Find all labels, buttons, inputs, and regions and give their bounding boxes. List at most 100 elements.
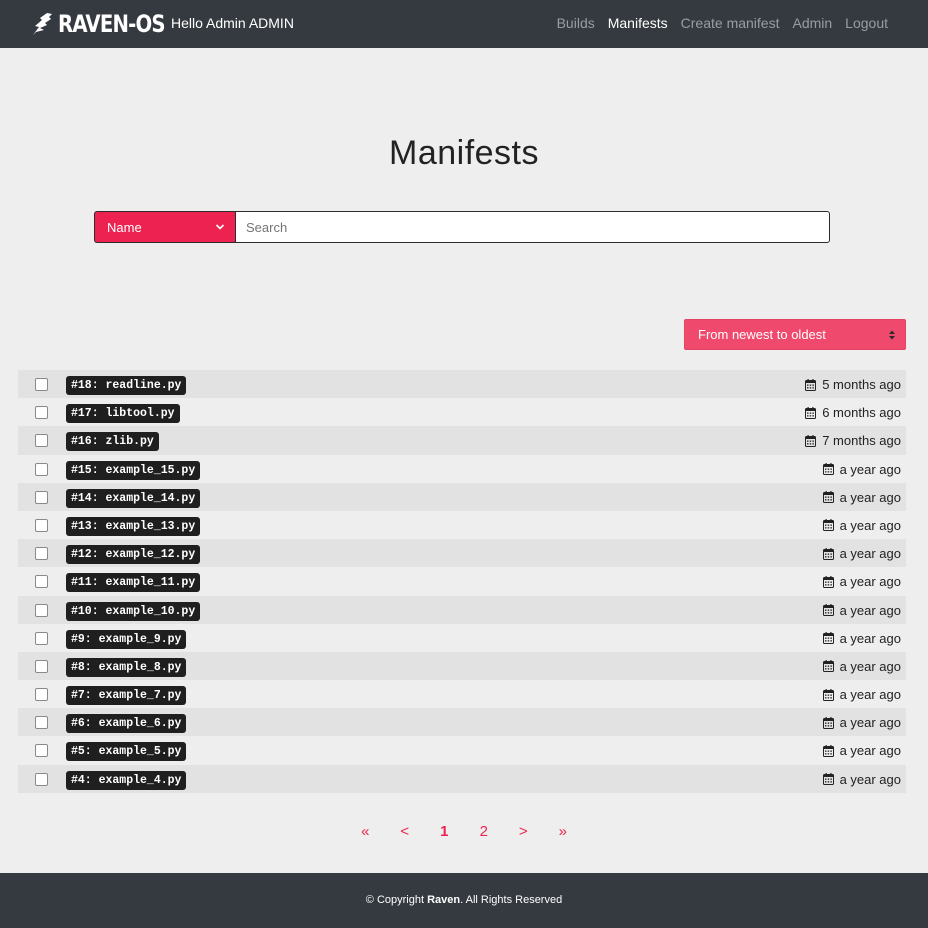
calendar-icon xyxy=(822,688,834,701)
row-checkbox[interactable] xyxy=(35,716,48,730)
pagination-next[interactable]: > xyxy=(504,823,544,840)
manifest-date-text: a year ago xyxy=(839,771,901,787)
raven-logo-icon xyxy=(33,13,52,35)
list-item: #13: example_13.py a year ago xyxy=(18,510,906,540)
calendar-icon xyxy=(805,434,817,447)
row-checkbox[interactable] xyxy=(35,631,48,645)
calendar-icon xyxy=(822,632,834,645)
manifest-date: a year ago xyxy=(822,546,901,561)
list-item: #7: example_7.py a year ago xyxy=(18,680,906,709)
row-checkbox[interactable] xyxy=(35,518,48,532)
manifest-date-text: a year ago xyxy=(839,517,901,533)
greeting: Hello Admin ADMIN xyxy=(171,15,294,31)
manifest-label[interactable]: #7: example_7.py xyxy=(66,686,187,706)
row-checkbox[interactable] xyxy=(35,434,48,448)
row-checkbox[interactable] xyxy=(35,406,48,420)
footer: © Copyright Raven. All Rights Reserved xyxy=(0,873,928,928)
search-input[interactable] xyxy=(235,211,830,243)
manifest-label[interactable]: #5: example_5.py xyxy=(66,742,187,762)
row-checkbox[interactable] xyxy=(35,490,48,504)
pagination-page-2[interactable]: 2 xyxy=(464,823,504,840)
manifest-label[interactable]: #15: example_15.py xyxy=(66,460,201,480)
row-checkbox[interactable] xyxy=(35,462,48,476)
row-checkbox[interactable] xyxy=(35,547,48,561)
list-item: #6: example_6.py a year ago xyxy=(18,708,906,737)
manifest-label[interactable]: #8: example_8.py xyxy=(66,657,187,677)
manifest-date: a year ago xyxy=(822,687,901,703)
manifest-date-text: 6 months ago xyxy=(822,405,901,421)
manifest-list: #18: readline.py 5 months ago #17: libtool… xyxy=(18,370,906,793)
manifest-label[interactable]: #9: example_9.py xyxy=(66,629,187,649)
manifest-date: a year ago xyxy=(822,631,901,646)
manifest-label[interactable]: #17: libtool.py xyxy=(66,404,180,424)
manifest-date-text: 7 months ago xyxy=(822,433,901,449)
list-item: #9: example_9.py a year ago xyxy=(18,623,906,652)
list-item: #11: example_11.py a year ago xyxy=(18,567,906,596)
manifest-label[interactable]: #4: example_4.py xyxy=(66,770,187,790)
row-checkbox[interactable] xyxy=(35,575,48,589)
manifest-date: 7 months ago xyxy=(805,433,901,448)
footer-suffix: . All Rights Reserved xyxy=(460,894,563,906)
nav-link-create-manifest[interactable]: Create manifest xyxy=(681,15,780,31)
nav-link-logout[interactable]: Logout xyxy=(845,15,888,31)
manifest-label[interactable]: #12: example_12.py xyxy=(66,545,201,565)
manifest-date: 5 months ago xyxy=(805,377,901,392)
list-item: #12: example_12.py a year ago xyxy=(18,539,906,568)
manifest-label[interactable]: #14: example_14.py xyxy=(66,488,201,508)
list-item: #16: zlib.py 7 months ago xyxy=(18,426,906,455)
manifest-date: a year ago xyxy=(822,743,901,758)
row-checkbox[interactable] xyxy=(35,772,48,786)
footer-prefix: © Copyright xyxy=(365,894,428,906)
pagination: « < 1 2 > » xyxy=(0,823,928,840)
brand-name: RAVEN-OS xyxy=(58,10,166,38)
calendar-icon xyxy=(822,716,834,729)
search-field-label: Name xyxy=(107,219,142,235)
manifest-date-text: 5 months ago xyxy=(822,377,901,392)
manifest-label[interactable]: #18: readline.py xyxy=(66,376,187,395)
manifest-date-text: a year ago xyxy=(839,574,901,590)
calendar-icon xyxy=(805,378,817,391)
manifest-label[interactable]: #13: example_13.py xyxy=(66,516,201,536)
nav-link-builds[interactable]: Builds xyxy=(557,15,595,31)
row-checkbox[interactable] xyxy=(35,378,48,391)
manifest-date-text: a year ago xyxy=(839,489,901,505)
search-field-select[interactable]: Name xyxy=(94,211,235,243)
manifest-date: a year ago xyxy=(822,603,901,618)
manifest-date-text: a year ago xyxy=(839,687,901,703)
nav-link-admin[interactable]: Admin xyxy=(792,15,832,31)
manifest-date-text: a year ago xyxy=(839,658,901,674)
row-checkbox[interactable] xyxy=(35,659,48,673)
calendar-icon xyxy=(822,575,834,588)
manifest-date: a year ago xyxy=(822,462,901,477)
sort-select[interactable]: From newest to oldest xyxy=(684,319,906,350)
nav-link-manifests[interactable]: Manifests xyxy=(608,15,668,31)
list-item: #18: readline.py 5 months ago xyxy=(18,370,906,399)
manifest-label[interactable]: #10: example_10.py xyxy=(66,601,201,621)
manifest-label[interactable]: #11: example_11.py xyxy=(66,573,201,593)
brand[interactable]: RAVEN-OS xyxy=(30,9,188,39)
chevron-down-icon xyxy=(215,224,225,230)
pagination-page-1[interactable]: 1 xyxy=(425,823,465,840)
pagination-prev[interactable]: < xyxy=(385,823,425,840)
list-item: #10: example_10.py a year ago xyxy=(18,595,906,624)
manifest-date: a year ago xyxy=(822,715,901,731)
manifest-date: a year ago xyxy=(822,771,901,787)
manifest-label[interactable]: #16: zlib.py xyxy=(66,432,159,452)
navbar: RAVEN-OS Hello Admin ADMIN Builds Manife… xyxy=(0,0,928,48)
sort-arrows-icon xyxy=(889,330,895,340)
manifest-date: a year ago xyxy=(822,574,901,590)
row-checkbox[interactable] xyxy=(35,603,48,617)
pagination-first[interactable]: « xyxy=(346,823,386,840)
list-item: #17: libtool.py 6 months ago xyxy=(18,398,906,427)
manifest-date: a year ago xyxy=(822,517,901,533)
calendar-icon xyxy=(822,604,834,616)
pagination-last[interactable]: » xyxy=(543,823,583,840)
calendar-icon xyxy=(822,744,834,757)
calendar-icon xyxy=(822,547,834,560)
manifest-date-text: a year ago xyxy=(839,715,901,731)
row-checkbox[interactable] xyxy=(35,744,48,758)
row-checkbox[interactable] xyxy=(35,688,48,702)
calendar-icon xyxy=(822,660,834,673)
manifest-label[interactable]: #6: example_6.py xyxy=(66,714,187,734)
calendar-icon xyxy=(822,491,834,504)
